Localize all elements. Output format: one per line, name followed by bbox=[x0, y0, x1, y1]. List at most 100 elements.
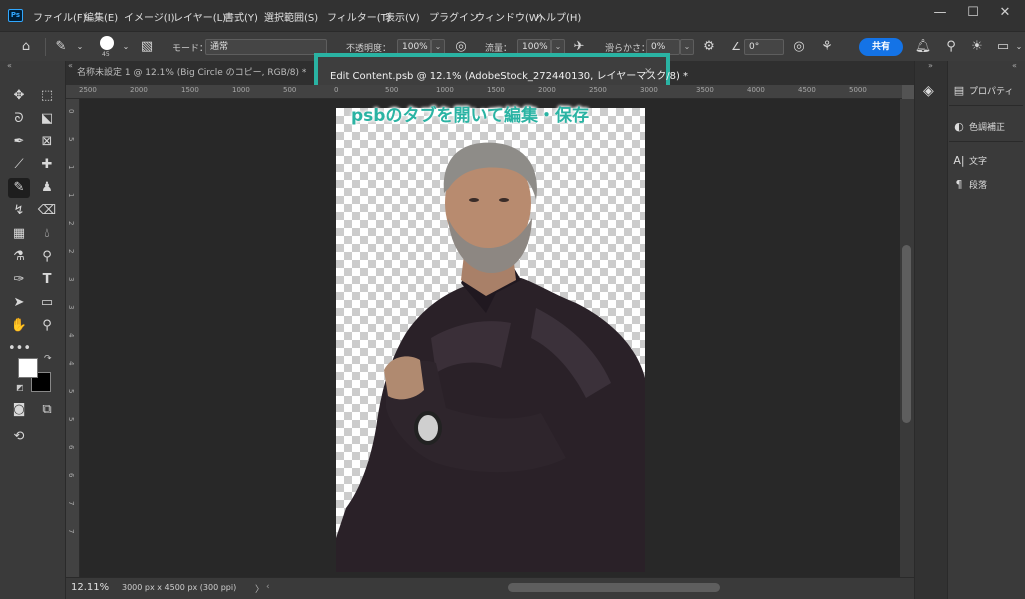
vertical-ruler: 0 5 1 1 2 2 3 3 4 4 5 5 6 6 7 7 bbox=[66, 99, 80, 577]
tab-untitled-1[interactable]: 名称未設定 1 @ 12.1% (Big Circle のコピー, RGB/8)… bbox=[69, 61, 314, 85]
layers-panel-icon[interactable]: ◈ bbox=[923, 83, 934, 99]
ruler-v-label: 7 bbox=[67, 501, 75, 506]
ruler-h-label: 2000 bbox=[130, 86, 148, 94]
sponge-tool-icon[interactable]: ⚗ bbox=[8, 247, 30, 267]
ruler-h-label: 4000 bbox=[747, 86, 765, 94]
maximize-button[interactable]: ☐ bbox=[958, 4, 988, 24]
ruler-v-label: 6 bbox=[67, 445, 75, 450]
type-tool-icon[interactable]: T bbox=[36, 270, 58, 290]
brush-settings-icon[interactable]: ▧ bbox=[138, 38, 156, 56]
character-panel-tab[interactable]: A| 文字 bbox=[952, 154, 987, 167]
home-icon[interactable]: ⌂ bbox=[17, 38, 35, 56]
share-button[interactable]: 共有 bbox=[859, 38, 903, 56]
portrait-photo bbox=[336, 142, 645, 572]
gradient-tool-icon[interactable]: ▦ bbox=[8, 224, 30, 244]
ruler-h-label: 1500 bbox=[487, 86, 505, 94]
properties-panel-tab[interactable]: ▤ プロパティ bbox=[952, 84, 1014, 97]
search-icon[interactable]: ⚲ bbox=[942, 38, 960, 56]
lasso-tool-icon[interactable]: ᘐ bbox=[8, 109, 30, 129]
swap-colors-icon[interactable]: ↷ bbox=[44, 354, 52, 364]
collapse-toolbar-icon[interactable]: « bbox=[7, 61, 12, 70]
smoothing-dropdown[interactable]: ⌄ bbox=[680, 39, 694, 55]
ruler-v-label: 5 bbox=[67, 389, 75, 394]
angle-icon: ∠ bbox=[731, 40, 741, 53]
zoom-level[interactable]: 12.11% bbox=[71, 582, 109, 593]
hand-tool-icon[interactable]: ✋ bbox=[8, 316, 30, 336]
adjustments-panel-tab[interactable]: ◐ 色調補正 bbox=[952, 120, 1005, 133]
dodge-tool-icon[interactable]: ⚲ bbox=[36, 247, 58, 267]
tab-edit-content[interactable]: Edit Content.psb @ 12.1% (AdobeStock_272… bbox=[330, 67, 688, 82]
eyedropper-family-tool-icon[interactable]: ✒ bbox=[8, 132, 30, 152]
menu-filter[interactable]: フィルター(T) bbox=[327, 9, 391, 24]
menu-select[interactable]: 選択範囲(S) bbox=[264, 9, 318, 24]
ruler-h-label: 1000 bbox=[436, 86, 454, 94]
ruler-h-label: 2000 bbox=[538, 86, 556, 94]
gear-icon[interactable]: ⚙ bbox=[700, 38, 718, 56]
character-label: 文字 bbox=[969, 157, 988, 167]
collapse-dock-icon[interactable]: » bbox=[928, 61, 933, 70]
brush-picker-chevron-icon[interactable]: ⌄ bbox=[117, 38, 135, 56]
object-select-tool-icon[interactable]: ⬕ bbox=[36, 109, 58, 129]
properties-label: プロパティ bbox=[969, 87, 1014, 97]
marquee-tool-icon[interactable]: ⬚ bbox=[36, 86, 58, 106]
minimize-button[interactable]: — bbox=[925, 4, 955, 24]
quick-mask-icon[interactable]: ◙ bbox=[8, 400, 30, 420]
zoom-tool-icon[interactable]: ⚲ bbox=[36, 316, 58, 336]
vertical-scrollbar-thumb[interactable] bbox=[902, 245, 911, 423]
path-selection-tool-icon[interactable]: ➤ bbox=[8, 293, 30, 313]
ruler-v-label: 3 bbox=[67, 305, 75, 310]
rectangle-tool-icon[interactable]: ▭ bbox=[36, 293, 58, 313]
eraser-tool-icon[interactable]: ⌫ bbox=[36, 201, 58, 221]
collapse-panels-icon[interactable]: « bbox=[1012, 61, 1017, 70]
ruler-h-label: 500 bbox=[385, 86, 399, 94]
move-tool-icon[interactable]: ✥ bbox=[8, 86, 30, 106]
brush-tool-icon[interactable]: ✎ bbox=[52, 38, 70, 56]
pen-tool-icon[interactable]: ✑ bbox=[8, 270, 30, 290]
brush-preview-icon[interactable] bbox=[100, 36, 114, 50]
clone-stamp-tool-icon[interactable]: ♟ bbox=[36, 178, 58, 198]
menu-window[interactable]: ウィンドウ(W) bbox=[475, 9, 543, 24]
default-colors-icon[interactable]: ◩ bbox=[16, 383, 24, 392]
eyedropper-tool-icon[interactable]: ⟋ bbox=[8, 155, 30, 175]
screen-mode-icon[interactable]: ⧉ bbox=[36, 400, 58, 420]
horizontal-scrollbar-thumb[interactable] bbox=[508, 583, 720, 592]
tool-preset-chevron-icon[interactable]: ⌄ bbox=[71, 38, 89, 56]
menu-image[interactable]: イメージ(I) bbox=[124, 9, 175, 24]
blur-tool-icon[interactable]: 💧︎ bbox=[36, 224, 58, 244]
angle-input[interactable]: 0° bbox=[744, 39, 784, 55]
discover-icon[interactable]: ☀ bbox=[968, 38, 986, 56]
notifications-icon[interactable]: 🔔︎ bbox=[914, 38, 932, 56]
pressure-size-icon[interactable]: ◎ bbox=[790, 38, 808, 56]
menu-view[interactable]: 表示(V) bbox=[385, 9, 420, 24]
brush-tool-icon[interactable]: ✎ bbox=[8, 178, 30, 198]
workspace-chevron-icon[interactable]: ⌄ bbox=[1010, 38, 1025, 56]
mode-select[interactable]: 通常 bbox=[205, 39, 327, 55]
close-window-button[interactable]: ✕ bbox=[990, 4, 1020, 24]
more-tools-icon[interactable]: ••• bbox=[8, 339, 31, 359]
ruler-h-label: 5000 bbox=[849, 86, 867, 94]
scroll-left-icon[interactable]: ‹ bbox=[266, 582, 270, 592]
menu-layer[interactable]: レイヤー(L) bbox=[173, 9, 226, 24]
ruler-v-label: 2 bbox=[67, 221, 75, 226]
menu-file[interactable]: ファイル(F) bbox=[33, 9, 87, 24]
menu-edit[interactable]: 編集(E) bbox=[84, 9, 118, 24]
menu-help[interactable]: ヘルプ(H) bbox=[536, 9, 581, 24]
menu-type[interactable]: 書式(Y) bbox=[224, 9, 258, 24]
frame-tool-icon[interactable]: ⊠ bbox=[36, 132, 58, 152]
tab-close-icon[interactable]: × bbox=[644, 66, 652, 77]
panel-divider bbox=[949, 141, 1023, 142]
healing-brush-tool-icon[interactable]: ✚ bbox=[36, 155, 58, 175]
menu-plugins[interactable]: プラグイン bbox=[429, 9, 479, 24]
paragraph-icon: ¶ bbox=[955, 178, 963, 191]
symmetry-icon[interactable]: ⚘ bbox=[818, 38, 836, 56]
edit-toolbar-icon[interactable]: ⟲ bbox=[8, 427, 30, 447]
adjustments-label: 色調補正 bbox=[969, 123, 1006, 133]
foreground-color-swatch-top[interactable] bbox=[18, 358, 38, 378]
history-brush-tool-icon[interactable]: ↯ bbox=[8, 201, 30, 221]
ruler-v-label: 1 bbox=[67, 193, 75, 198]
ruler-v-label: 0 bbox=[67, 109, 75, 114]
paragraph-panel-tab[interactable]: ¶ 段落 bbox=[952, 178, 988, 191]
status-menu-arrow-icon[interactable]: 〉 bbox=[255, 582, 264, 595]
adjustments-icon: ◐ bbox=[954, 120, 964, 133]
document-canvas[interactable] bbox=[336, 108, 645, 572]
